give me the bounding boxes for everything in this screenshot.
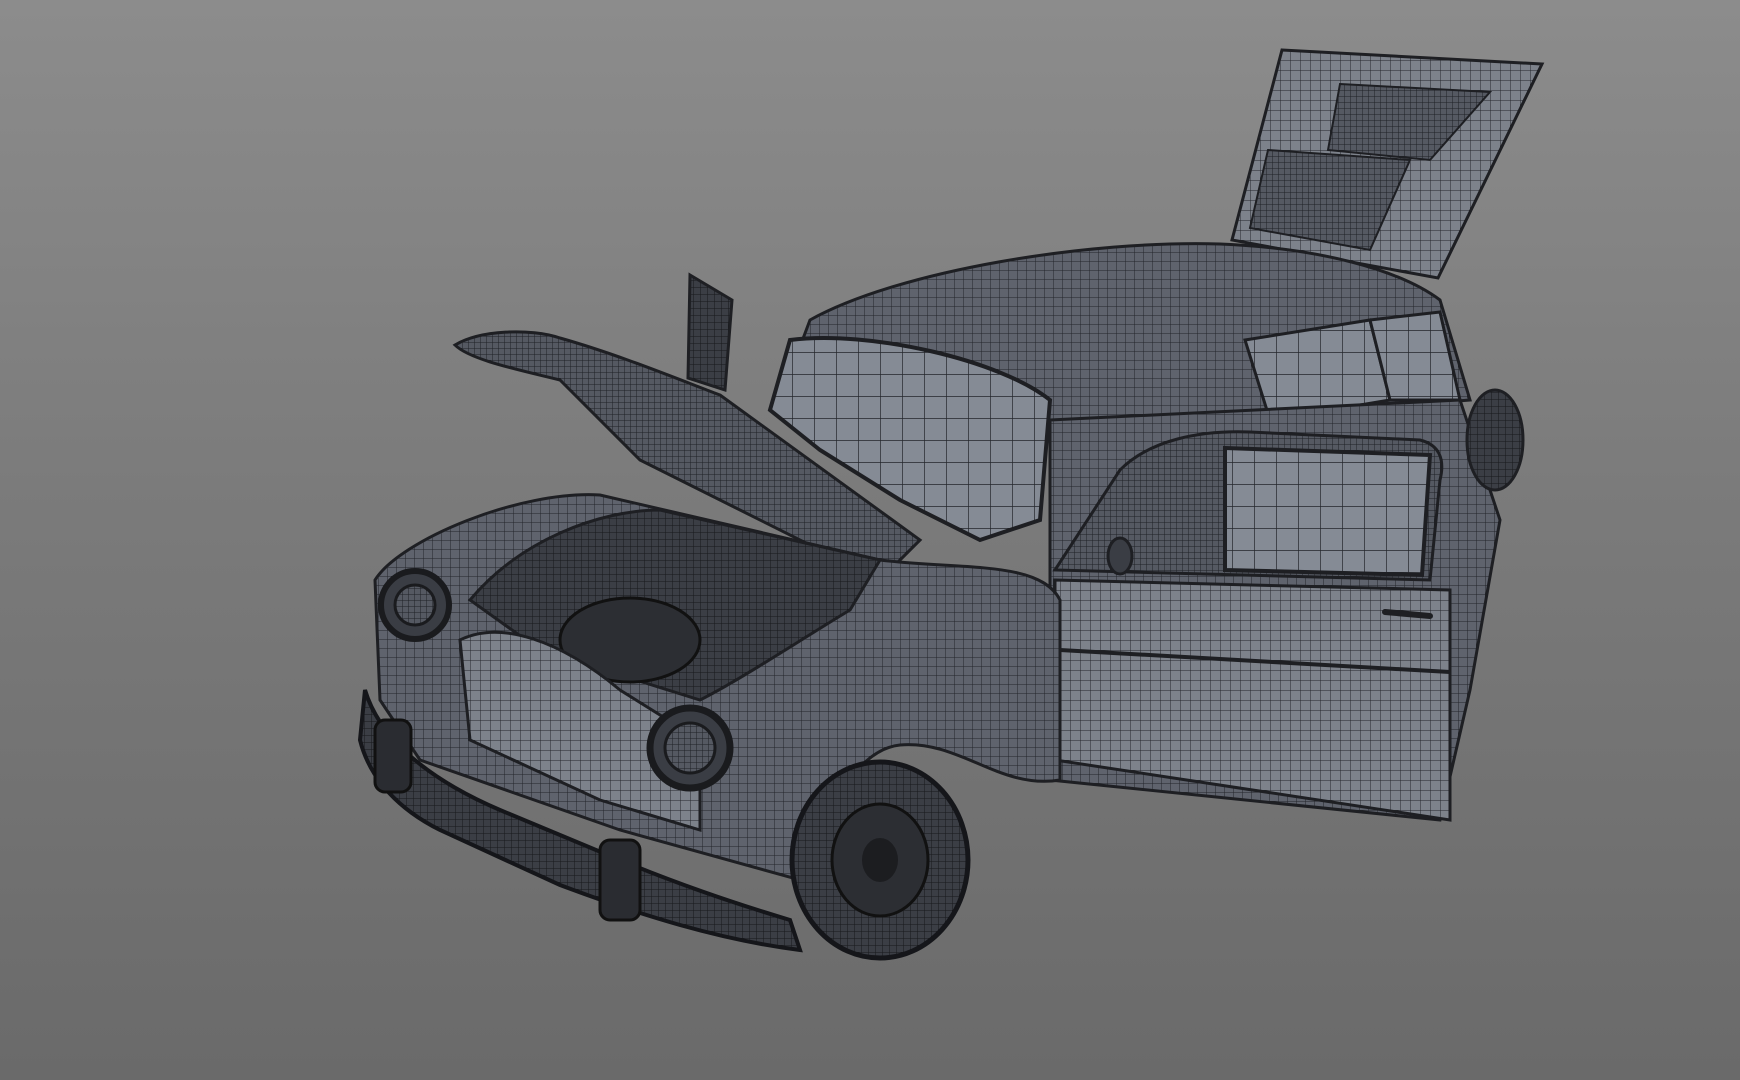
- headlight-left: [378, 568, 452, 642]
- 3d-viewport[interactable]: [0, 0, 1740, 1080]
- side-mirror: [1106, 536, 1134, 576]
- car-wireframe-model[interactable]: [0, 0, 1740, 1080]
- headlight-right: [646, 704, 734, 792]
- trunk-lid[interactable]: [1230, 48, 1545, 280]
- door[interactable]: [1052, 430, 1452, 822]
- front-wheel[interactable]: [789, 759, 971, 961]
